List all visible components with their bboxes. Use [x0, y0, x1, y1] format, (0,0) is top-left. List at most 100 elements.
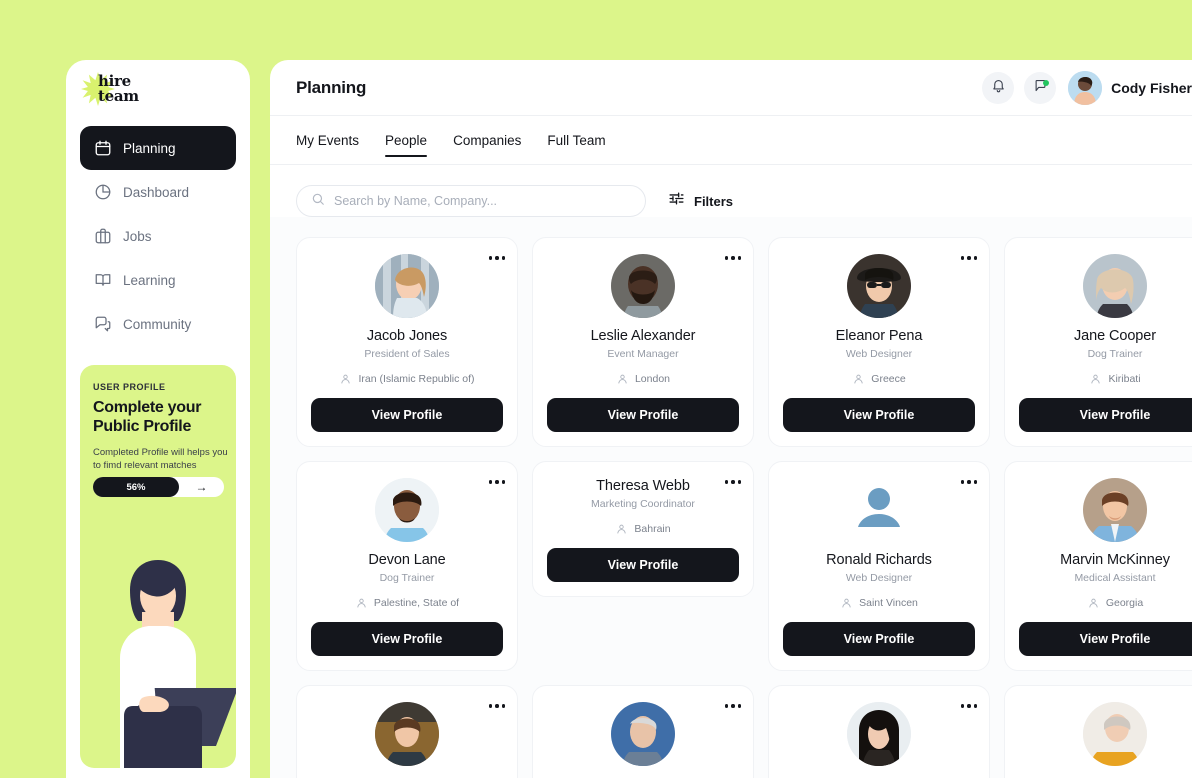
- view-profile-button[interactable]: View Profile: [311, 622, 503, 656]
- view-profile-button[interactable]: View Profile: [547, 398, 739, 432]
- avatar: [847, 254, 911, 318]
- person-card[interactable]: View Profile: [768, 685, 990, 778]
- person-card[interactable]: View Profile: [1004, 685, 1192, 778]
- sidebar-item-label: Jobs: [123, 228, 152, 244]
- map-pin-icon: [854, 374, 864, 384]
- kebab-menu-icon[interactable]: [488, 256, 505, 260]
- view-profile-button[interactable]: View Profile: [783, 398, 975, 432]
- user-menu[interactable]: Cody Fisher: [1068, 71, 1192, 105]
- person-name: Jacob Jones: [366, 328, 448, 344]
- kebab-menu-icon[interactable]: [960, 256, 977, 260]
- top-bar-actions: Cody Fisher: [982, 60, 1192, 116]
- placeholder-avatar: [847, 478, 911, 542]
- tab-people[interactable]: People: [385, 116, 428, 165]
- person-role: Web Designer: [845, 572, 913, 584]
- promo-title: Complete your Public Profile: [93, 399, 202, 435]
- pie-chart-icon: [94, 183, 112, 201]
- view-profile-button[interactable]: View Profile: [311, 398, 503, 432]
- person-card[interactable]: Jacob Jones President of Sales Iran (Isl…: [296, 237, 518, 447]
- person-role: Dog Trainer: [1087, 348, 1143, 360]
- avatar: [611, 702, 675, 766]
- person-card[interactable]: Jane Cooper Dog Trainer Kiribati View Pr…: [1004, 237, 1192, 447]
- top-bar: Planning Cody Fisher: [270, 60, 1192, 116]
- tab-my-events[interactable]: My Events: [296, 116, 359, 165]
- notifications-button[interactable]: [982, 72, 1015, 104]
- map-pin-icon: [618, 374, 627, 384]
- person-name: Marvin McKinney: [1060, 552, 1170, 568]
- view-profile-button[interactable]: View Profile: [1019, 622, 1192, 656]
- view-profile-button[interactable]: View Profile: [783, 622, 975, 656]
- sidebar: hire team Planning Dashboard Jobs Learni…: [66, 60, 250, 778]
- briefcase-icon: [94, 227, 112, 245]
- sidebar-item-community[interactable]: Community: [80, 302, 236, 346]
- person-card[interactable]: Theresa Webb Marketing Coordinator Bahra…: [532, 461, 754, 597]
- person-location: Palestine, State of: [355, 596, 459, 609]
- person-name: Ronald Richards: [826, 552, 932, 568]
- person-location: Saint Vincen: [840, 596, 918, 609]
- sidebar-item-label: Planning: [123, 140, 176, 156]
- person-card[interactable]: Ronald Richards Web Designer Saint Vince…: [768, 461, 990, 671]
- people-grid: Jacob Jones President of Sales Iran (Isl…: [296, 237, 1192, 778]
- avatar: [375, 478, 439, 542]
- person-role: Medical Assistant: [1074, 572, 1156, 584]
- bell-icon: [991, 78, 1006, 98]
- people-grid-area: Jacob Jones President of Sales Iran (Isl…: [270, 217, 1192, 778]
- person-location-label: Palestine, State of: [373, 596, 460, 609]
- kebab-menu-icon[interactable]: [724, 256, 741, 260]
- person-location: Greece: [852, 372, 906, 385]
- sidebar-item-jobs[interactable]: Jobs: [80, 214, 236, 258]
- filters-button[interactable]: Filters: [668, 190, 733, 212]
- tab-label: My Events: [296, 132, 360, 148]
- kebab-menu-icon[interactable]: [488, 480, 505, 484]
- person-name: Eleanor Pena: [835, 328, 923, 344]
- view-profile-button[interactable]: View Profile: [1019, 398, 1192, 432]
- view-profile-button[interactable]: View Profile: [547, 548, 739, 582]
- sidebar-item-label: Dashboard: [123, 184, 190, 200]
- filters-label: Filters: [694, 193, 734, 209]
- tab-companies[interactable]: Companies: [453, 116, 521, 165]
- person-card[interactable]: View Profile: [296, 685, 518, 778]
- tab-label: Companies: [453, 132, 522, 148]
- person-location-label: Kiribati: [1108, 372, 1141, 385]
- calendar-icon: [94, 139, 112, 157]
- user-name: Cody Fisher: [1111, 80, 1192, 96]
- sidebar-item-dashboard[interactable]: Dashboard: [80, 170, 236, 214]
- person-name: Jane Cooper: [1074, 328, 1156, 344]
- kebab-menu-icon[interactable]: [960, 480, 977, 484]
- person-card[interactable]: Eleanor Pena Web Designer Greece View Pr…: [768, 237, 990, 447]
- search-box[interactable]: [296, 185, 646, 217]
- kebab-menu-icon[interactable]: [960, 704, 977, 708]
- person-location-label: Iran (Islamic Republic of): [358, 372, 475, 385]
- profile-progress-bar[interactable]: 56% →: [93, 477, 224, 497]
- kebab-menu-icon[interactable]: [724, 480, 741, 484]
- messages-button[interactable]: [1024, 72, 1057, 104]
- search-input[interactable]: [334, 194, 631, 208]
- page-title: Planning: [296, 77, 367, 97]
- person-role: Dog Trainer: [379, 572, 435, 584]
- person-card[interactable]: Devon Lane Dog Trainer Palestine, State …: [296, 461, 518, 671]
- sidebar-item-learning[interactable]: Learning: [80, 258, 236, 302]
- arrow-right-icon[interactable]: →: [179, 481, 224, 493]
- person-card[interactable]: View Profile: [532, 685, 754, 778]
- person-card[interactable]: Marvin McKinney Medical Assistant Georgi…: [1004, 461, 1192, 671]
- person-card[interactable]: Leslie Alexander Event Manager London Vi…: [532, 237, 754, 447]
- avatar: [847, 702, 911, 766]
- app-logo[interactable]: hire team: [81, 72, 139, 106]
- map-pin-icon: [1091, 374, 1101, 384]
- person-location-label: London: [634, 372, 671, 385]
- tab-full-team[interactable]: Full Team: [547, 116, 605, 165]
- logo-wordmark: hire team: [98, 74, 139, 104]
- book-icon: [94, 271, 112, 289]
- person-location-label: Bahrain: [634, 522, 671, 535]
- sidebar-item-planning[interactable]: Planning: [80, 126, 236, 170]
- promo-subtitle: Completed Profile will helps you to fimd…: [93, 447, 228, 471]
- avatar: [611, 254, 675, 318]
- sidebar-item-label: Community: [123, 316, 192, 332]
- sidebar-nav: Planning Dashboard Jobs Learning Communi…: [80, 126, 236, 346]
- map-pin-icon: [617, 524, 627, 534]
- kebab-menu-icon[interactable]: [488, 704, 505, 708]
- person-placeholder-icon: [858, 488, 900, 527]
- kebab-menu-icon[interactable]: [724, 704, 741, 708]
- person-name: Devon Lane: [368, 552, 446, 568]
- woman-with-laptop-illustration: [120, 560, 236, 768]
